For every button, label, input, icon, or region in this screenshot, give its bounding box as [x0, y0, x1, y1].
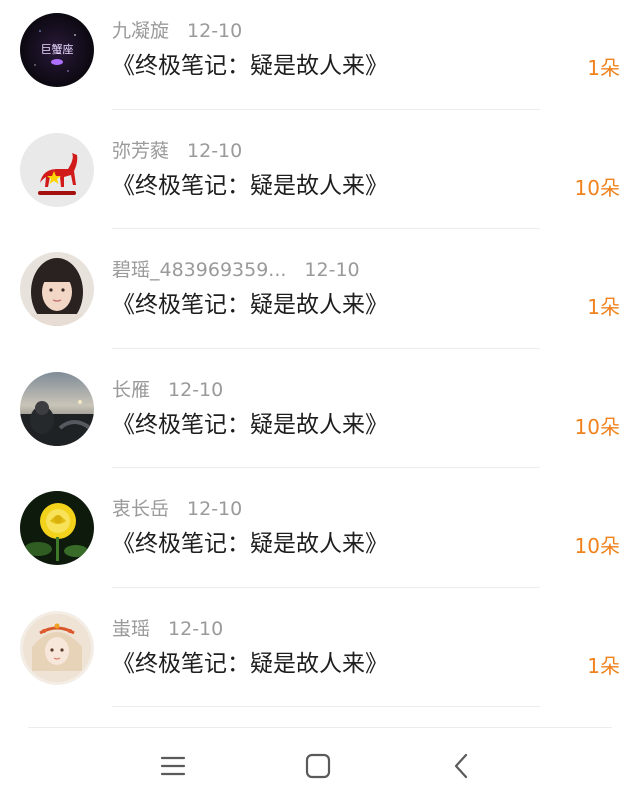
system-navigation-bar	[0, 722, 640, 804]
username[interactable]: 长雁	[112, 379, 150, 401]
gift-title: 《终极笔记：疑是故人来》	[112, 531, 388, 557]
list-item[interactable]: 弥芳蕤 12-10 《终极笔记：疑是故人来》 10朵	[0, 120, 640, 240]
home-button[interactable]	[298, 746, 338, 786]
item-meta: 蚩瑶 12-10	[112, 616, 223, 642]
avatar[interactable]	[20, 132, 94, 207]
divider	[112, 586, 540, 588]
timestamp: 12-10	[187, 139, 243, 162]
illustrated-girl-avatar-icon	[20, 610, 94, 685]
flower-count: 1朵	[587, 295, 620, 319]
avatar[interactable]: 巨蟹座	[20, 13, 94, 87]
avatar[interactable]	[20, 371, 94, 446]
gift-title: 《终极笔记：疑是故人来》	[112, 53, 388, 79]
gift-title: 《终极笔记：疑是故人来》	[112, 292, 388, 318]
menu-button[interactable]	[153, 746, 193, 786]
avatar[interactable]	[20, 610, 94, 685]
timestamp: 12-10	[187, 20, 243, 42]
timestamp: 12-10	[304, 259, 360, 281]
list-item[interactable]: 长雁 12-10 《终极笔记：疑是故人来》 10朵	[0, 359, 640, 479]
gift-title: 《终极笔记：疑是故人来》	[112, 411, 388, 438]
constellation-avatar-icon: 巨蟹座	[20, 13, 94, 87]
username[interactable]: 弥芳蕤	[112, 140, 169, 162]
home-square-icon	[305, 753, 331, 779]
item-meta: 衷长岳 12-10	[112, 496, 242, 522]
item-meta: 九凝旋 12-10	[112, 18, 242, 44]
avatar-label: 巨蟹座	[41, 42, 74, 56]
item-meta: 碧瑶_483969359... 12-10	[112, 257, 360, 283]
flower-count: 1朵	[587, 653, 620, 678]
divider	[112, 347, 540, 349]
divider	[28, 727, 612, 728]
list-item[interactable]: 巨蟹座 九凝旋 12-10 《终极笔记：疑是故人来》 1朵	[0, 0, 640, 120]
yellow-rose-avatar-icon	[20, 491, 94, 565]
divider	[112, 706, 540, 707]
flower-count: 10朵	[574, 414, 620, 439]
avatar[interactable]	[20, 252, 94, 326]
timestamp: 12-10	[187, 498, 243, 520]
back-chevron-icon	[454, 753, 468, 779]
red-horse-avatar-icon	[20, 132, 94, 207]
menu-icon	[160, 756, 186, 776]
gift-title: 《终极笔记：疑是故人来》	[112, 172, 388, 199]
gift-title: 《终极笔记：疑是故人来》	[112, 650, 388, 677]
list-item[interactable]: 蚩瑶 12-10 《终极笔记：疑是故人来》 1朵	[0, 598, 640, 718]
item-meta: 长雁 12-10	[112, 377, 223, 403]
flower-count: 10朵	[574, 175, 620, 200]
back-button[interactable]	[442, 746, 482, 786]
timestamp: 12-10	[168, 617, 224, 640]
username[interactable]: 衷长岳	[112, 498, 169, 520]
item-meta: 弥芳蕤 12-10	[112, 138, 242, 164]
username[interactable]: 九凝旋	[112, 20, 169, 42]
girl-portrait-avatar-icon	[20, 252, 94, 326]
gift-list: 巨蟹座 九凝旋 12-10 《终极笔记：疑是故人来》 1朵 弥芳蕤 12-10 《终…	[0, 0, 640, 717]
divider	[112, 467, 540, 468]
username[interactable]: 碧瑶_483969359...	[112, 259, 286, 281]
avatar[interactable]	[20, 491, 94, 565]
username[interactable]: 蚩瑶	[112, 618, 150, 640]
list-item[interactable]: 衷长岳 12-10 《终极笔记：疑是故人来》 10朵	[0, 478, 640, 598]
car-interior-avatar-icon	[20, 371, 94, 446]
list-item[interactable]: 碧瑶_483969359... 12-10 《终极笔记：疑是故人来》 1朵	[0, 239, 640, 359]
timestamp: 12-10	[168, 378, 224, 401]
flower-count: 1朵	[587, 56, 620, 80]
flower-count: 10朵	[574, 534, 620, 558]
divider	[112, 108, 540, 110]
divider	[112, 228, 540, 229]
